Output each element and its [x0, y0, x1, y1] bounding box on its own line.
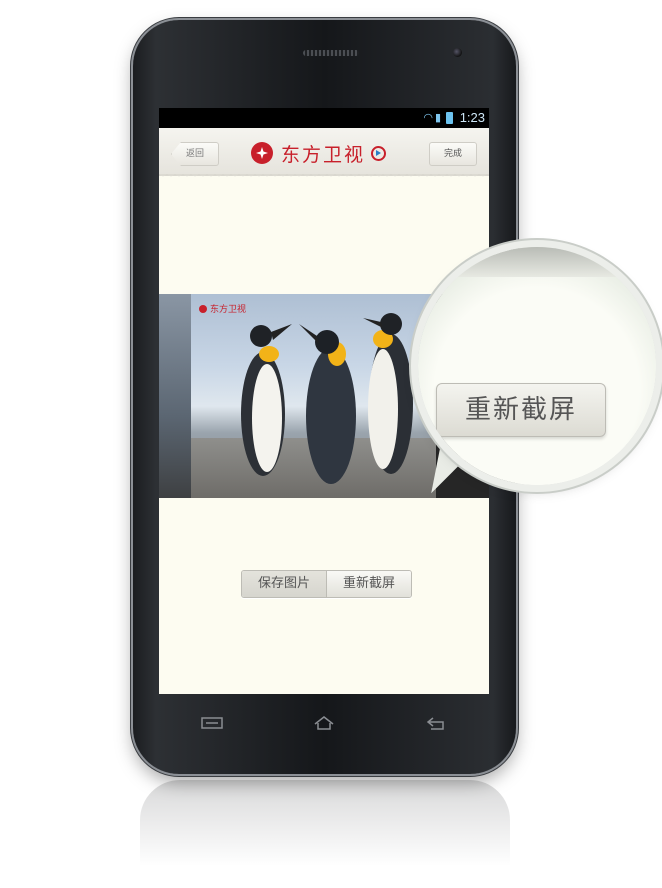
- action-buttons: 保存图片 重新截屏: [241, 570, 412, 598]
- retake-screenshot-button[interactable]: 重新截屏: [327, 571, 411, 597]
- status-bar: ◠▮ 1:23: [159, 108, 489, 128]
- penguin-image: 东方卫视: [191, 294, 436, 498]
- zoomed-retake-button[interactable]: 重新截屏: [436, 383, 606, 437]
- save-image-button[interactable]: 保存图片: [242, 571, 327, 597]
- hardware-keys: [133, 712, 516, 742]
- battery-icon: [446, 112, 453, 124]
- title-bar: 返回 东方卫视 完成: [159, 128, 489, 178]
- home-icon[interactable]: [313, 716, 335, 730]
- play-icon[interactable]: [371, 145, 387, 161]
- status-time: 1:23: [459, 110, 485, 125]
- back-button[interactable]: 返回: [171, 142, 219, 166]
- speaker-grille: [303, 50, 359, 56]
- dragon-tv-logo-icon: [251, 142, 273, 164]
- penguins-illustration: [241, 313, 413, 484]
- wifi-signal-icon: ◠▮: [423, 111, 443, 124]
- channel-title: 东方卫视: [281, 143, 366, 166]
- back-icon[interactable]: [425, 716, 447, 730]
- menu-icon[interactable]: [201, 716, 223, 730]
- phone-reflection: [140, 780, 510, 888]
- front-camera: [453, 48, 462, 57]
- channel-logo: 东方卫视: [251, 140, 387, 166]
- previous-frame-edge: [159, 294, 191, 498]
- zoom-callout: 重新截屏: [418, 247, 656, 485]
- title-bar-edge: [159, 174, 489, 178]
- done-button[interactable]: 完成: [429, 142, 477, 166]
